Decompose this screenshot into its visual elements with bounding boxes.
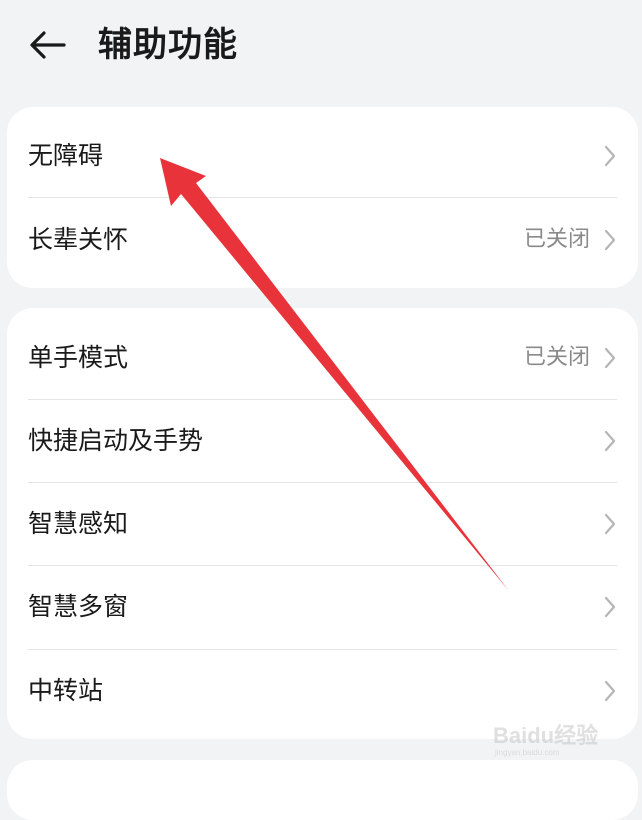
chevron-right-icon — [603, 429, 617, 453]
settings-item-shortcuts-gestures[interactable]: 快捷启动及手势 — [7, 399, 638, 482]
chevron-right-icon — [603, 144, 617, 168]
page-title: 辅助功能 — [98, 25, 238, 65]
settings-item-one-handed-mode[interactable]: 单手模式 已关闭 — [7, 316, 638, 399]
settings-item-label: 中转站 — [28, 675, 104, 705]
svg-text:Baidu经验: Baidu经验 — [493, 723, 598, 748]
status-value: 已关闭 — [523, 344, 590, 370]
settings-item-smart-multi-window[interactable]: 智慧多窗 — [7, 565, 638, 648]
settings-item-label: 无障碍 — [28, 140, 104, 170]
settings-item-label: 智慧多窗 — [28, 591, 129, 621]
settings-group-3 — [7, 760, 638, 820]
svg-text:jingyan.baidu.com: jingyan.baidu.com — [494, 748, 560, 757]
back-button[interactable] — [22, 22, 74, 68]
status-value: 已关闭 — [523, 226, 590, 252]
settings-item-accessibility[interactable]: 无障碍 — [7, 114, 638, 197]
chevron-right-icon — [603, 679, 617, 703]
settings-item-label: 单手模式 — [28, 342, 129, 372]
settings-group-1: 无障碍 长辈关怀 已关闭 — [7, 107, 638, 288]
chevron-right-icon — [603, 512, 617, 536]
header: 辅助功能 — [0, 0, 642, 92]
settings-group-2: 单手模式 已关闭 快捷启动及手势 智慧感知 智慧多窗 中转站 — [7, 308, 638, 739]
chevron-right-icon — [603, 595, 617, 619]
arrow-left-icon — [30, 31, 66, 59]
settings-item-label: 快捷启动及手势 — [28, 425, 204, 455]
settings-item-smart-awareness[interactable]: 智慧感知 — [7, 482, 638, 565]
settings-item-label: 长辈关怀 — [28, 224, 129, 254]
settings-item-label: 智慧感知 — [28, 508, 129, 538]
settings-item-elder-care[interactable]: 长辈关怀 已关闭 — [7, 198, 638, 281]
baidu-watermark: Baidu经验 jingyan.baidu.com — [493, 723, 598, 757]
chevron-right-icon — [603, 346, 617, 370]
chevron-right-icon — [603, 228, 617, 252]
